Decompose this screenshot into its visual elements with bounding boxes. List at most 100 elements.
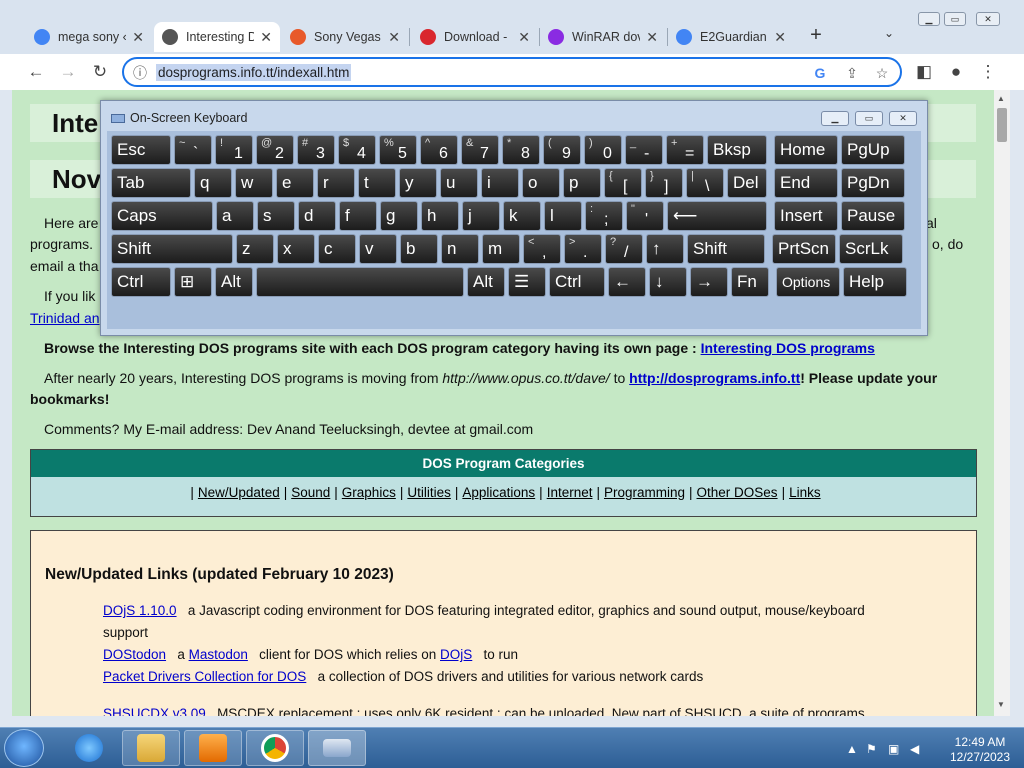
dostodon-link[interactable]: DOStodon xyxy=(103,647,166,662)
tab-0[interactable]: mega sony « ✕ xyxy=(26,22,152,52)
osk-key[interactable]: >. xyxy=(564,234,602,264)
osk-key[interactable]: r xyxy=(317,168,355,198)
menu-icon[interactable]: ⋮ xyxy=(976,60,1000,84)
osk-key[interactable]: y xyxy=(399,168,437,198)
minimize-button[interactable]: ▁ xyxy=(918,12,940,26)
side-panel-icon[interactable]: ◧ xyxy=(912,60,936,84)
profile-icon[interactable]: ● xyxy=(944,60,968,84)
osk-key[interactable]: :; xyxy=(585,201,623,231)
osk-key[interactable]: j xyxy=(462,201,500,231)
osk-key[interactable]: Alt xyxy=(467,267,505,297)
osk-key[interactable]: PgDn xyxy=(841,168,905,198)
osk-key[interactable]: Ctrl xyxy=(111,267,171,297)
category-link[interactable]: Applications xyxy=(462,485,535,500)
osk-key[interactable]: Bksp xyxy=(707,135,767,165)
osk-key[interactable]: Caps xyxy=(111,201,213,231)
scroll-up-icon[interactable]: ▲ xyxy=(997,94,1005,103)
osk-key[interactable]: $4 xyxy=(338,135,376,165)
url-text[interactable]: dosprograms.info.tt/indexall.htm xyxy=(156,64,352,81)
reload-icon[interactable]: ↻ xyxy=(88,60,112,84)
trinidad-link[interactable]: Trinidad an xyxy=(30,310,100,326)
osk-key[interactable]: }] xyxy=(645,168,683,198)
category-link[interactable]: Other DOSes xyxy=(697,485,778,500)
osk-key[interactable]: d xyxy=(298,201,336,231)
osk-key[interactable]: #3 xyxy=(297,135,335,165)
osk-key[interactable]: % 5 xyxy=(379,135,417,165)
dojs-link-2[interactable]: DOjS xyxy=(440,647,472,662)
tab-1[interactable]: Interesting D ✕ xyxy=(154,22,280,52)
share-icon[interactable]: ⇪ xyxy=(842,63,862,83)
osk-key[interactable]: End xyxy=(774,168,838,198)
forward-icon[interactable]: → xyxy=(56,60,80,84)
scroll-down-icon[interactable]: ▼ xyxy=(997,700,1005,709)
osk-key[interactable]: n xyxy=(441,234,479,264)
osk-key[interactable]: <, xyxy=(523,234,561,264)
osk-minimize-button[interactable]: ▁ xyxy=(821,111,849,126)
tab-2[interactable]: Sony Vegas ✕ xyxy=(282,22,408,52)
osk-key[interactable]: Insert xyxy=(774,201,838,231)
osk-key[interactable] xyxy=(256,267,464,297)
chrome-taskbar-button[interactable] xyxy=(246,730,304,766)
network-icon[interactable]: ▣ xyxy=(888,742,899,756)
category-link[interactable]: Internet xyxy=(547,485,593,500)
volume-muted-icon[interactable]: ◀ xyxy=(910,742,919,756)
tab-close-icon[interactable]: ✕ xyxy=(388,29,400,46)
new-site-link[interactable]: http://dosprograms.info.tt xyxy=(629,370,800,386)
osk-key[interactable]: ↓ xyxy=(649,267,687,297)
osk-key[interactable]: Ctrl xyxy=(549,267,605,297)
new-tab-button[interactable]: + xyxy=(806,24,826,48)
osk-key[interactable]: l xyxy=(544,201,582,231)
clock[interactable]: 12:49 AM 12/27/2023 xyxy=(940,735,1020,765)
osk-key[interactable]: Alt xyxy=(215,267,253,297)
osk-key[interactable]: PgUp xyxy=(841,135,905,165)
osk-key[interactable]: & 7 xyxy=(461,135,499,165)
tab-close-icon[interactable]: ✕ xyxy=(132,29,144,46)
page-scrollbar[interactable]: ▲ ▼ xyxy=(994,90,1010,716)
close-window-button[interactable]: ✕ xyxy=(976,12,1000,26)
osk-key[interactable]: ! 1 xyxy=(215,135,253,165)
osk-key[interactable]: → xyxy=(690,267,728,297)
osk-key[interactable]: _ - xyxy=(625,135,663,165)
osk-maximize-button[interactable]: ▭ xyxy=(855,111,883,126)
tab-5[interactable]: E2Guardian ✕ xyxy=(668,22,794,52)
osk-key[interactable]: | \ xyxy=(686,168,724,198)
osk-key[interactable]: Options xyxy=(776,267,840,297)
tab-search-button[interactable]: ⌄ xyxy=(884,26,894,40)
tab-close-icon[interactable]: ✕ xyxy=(774,29,786,46)
dojs-link[interactable]: DOjS 1.10.0 xyxy=(103,603,177,618)
osk-key[interactable]: ) 0 xyxy=(584,135,622,165)
interesting-dos-link[interactable]: Interesting DOS programs xyxy=(701,340,875,356)
osk-key[interactable]: Tab xyxy=(111,168,191,198)
osk-key[interactable]: Esc xyxy=(111,135,171,165)
category-link[interactable]: Utilities xyxy=(407,485,451,500)
media-player-taskbar-button[interactable] xyxy=(184,730,242,766)
address-bar[interactable]: ⓘ dosprograms.info.tt/indexall.htm G ⇪ ☆ xyxy=(122,57,902,87)
osk-key[interactable]: @2 xyxy=(256,135,294,165)
packet-drivers-link[interactable]: Packet Drivers Collection for DOS xyxy=(103,669,306,684)
osk-key[interactable]: + = xyxy=(666,135,704,165)
scroll-thumb[interactable] xyxy=(997,108,1007,142)
category-link[interactable]: Graphics xyxy=(342,485,396,500)
osk-key[interactable]: c xyxy=(318,234,356,264)
osk-key[interactable]: Pause xyxy=(841,201,905,231)
osk-key[interactable]: Help xyxy=(843,267,907,297)
osk-key[interactable]: ? / xyxy=(605,234,643,264)
osk-key[interactable]: ← xyxy=(608,267,646,297)
osk-key[interactable]: Fn xyxy=(731,267,769,297)
osk-key[interactable]: Home xyxy=(774,135,838,165)
ie-taskbar-button[interactable] xyxy=(60,730,118,766)
maximize-button[interactable]: ▭ xyxy=(944,12,966,26)
tab-close-icon[interactable]: ✕ xyxy=(646,29,658,46)
osk-key[interactable]: u xyxy=(440,168,478,198)
osk-key[interactable]: s xyxy=(257,201,295,231)
tab-4[interactable]: WinRAR dov ✕ xyxy=(540,22,666,52)
osk-taskbar-button[interactable] xyxy=(308,730,366,766)
shsucdx-link[interactable]: SHSUCDX v3.09 xyxy=(103,706,206,716)
osk-key[interactable]: b xyxy=(400,234,438,264)
osk-key[interactable]: w xyxy=(235,168,273,198)
osk-key[interactable]: t xyxy=(358,168,396,198)
category-link[interactable]: Links xyxy=(789,485,821,500)
explorer-taskbar-button[interactable] xyxy=(122,730,180,766)
osk-key[interactable]: q xyxy=(194,168,232,198)
osk-key[interactable]: ⊞ xyxy=(174,267,212,297)
